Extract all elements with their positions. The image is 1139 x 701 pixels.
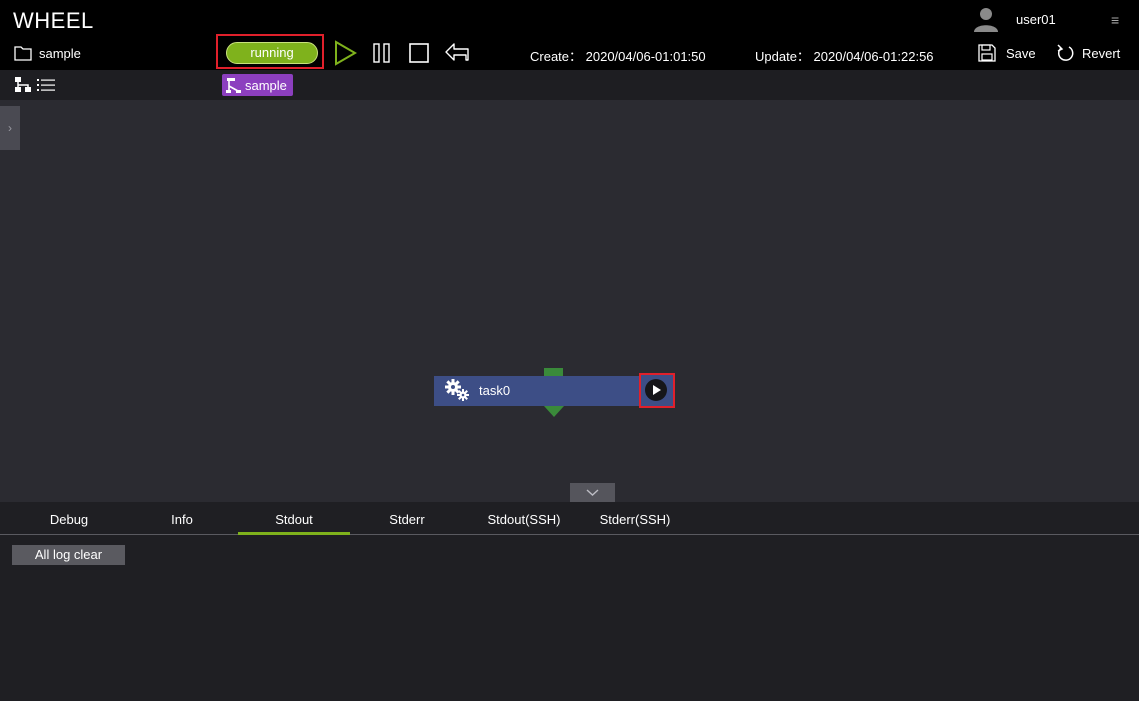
tab-stderr-ssh[interactable]: Stderr(SSH) (591, 512, 679, 527)
view-toolbar (0, 70, 1139, 100)
hamburger-menu-icon[interactable]: ≡ (1111, 12, 1119, 28)
task-play-icon[interactable] (645, 379, 667, 401)
task-output-port[interactable] (544, 406, 564, 417)
app-title: WHEEL (13, 8, 94, 33)
project-name: sample (39, 46, 81, 61)
task-input-port[interactable] (544, 368, 563, 376)
workflow-icon (226, 77, 241, 93)
pause-button[interactable] (371, 42, 393, 64)
graph-view-icon[interactable] (14, 77, 32, 93)
create-timestamp: Create： 2020/04/06-01:01:50 (530, 49, 706, 64)
tab-stdout-ssh[interactable]: Stdout(SSH) (478, 512, 570, 527)
side-panel-toggle[interactable]: › (0, 106, 20, 150)
update-timestamp: Update： 2020/04/06-01:22:56 (755, 49, 934, 64)
log-panel-collapse-toggle[interactable] (570, 483, 615, 502)
task-name: task0 (479, 383, 511, 398)
breadcrumb-label: sample (245, 77, 287, 93)
save-icon[interactable] (978, 44, 996, 62)
cleanup-back-button[interactable] (444, 41, 470, 65)
workflow-canvas[interactable] (0, 100, 1139, 502)
tab-stdout[interactable]: Stdout (262, 512, 326, 527)
all-log-clear-button[interactable]: All log clear (12, 545, 125, 565)
stop-button[interactable] (408, 42, 430, 64)
save-button[interactable]: Save (1006, 46, 1036, 61)
revert-icon[interactable] (1055, 43, 1075, 63)
revert-button[interactable]: Revert (1082, 46, 1120, 61)
active-tab-indicator (238, 532, 350, 535)
run-button[interactable] (333, 40, 357, 66)
user-icon[interactable] (973, 6, 999, 32)
tab-debug[interactable]: Debug (48, 512, 90, 527)
folder-icon (14, 46, 32, 61)
status-badge: running (226, 42, 318, 64)
tab-stderr[interactable]: Stderr (380, 512, 434, 527)
tab-info[interactable]: Info (164, 512, 200, 527)
gears-icon (445, 379, 469, 401)
breadcrumb-workflow-chip[interactable]: sample (222, 74, 293, 96)
chevron-down-icon (586, 489, 599, 496)
list-view-icon[interactable] (37, 78, 55, 92)
user-name[interactable]: user01 (1016, 12, 1056, 27)
